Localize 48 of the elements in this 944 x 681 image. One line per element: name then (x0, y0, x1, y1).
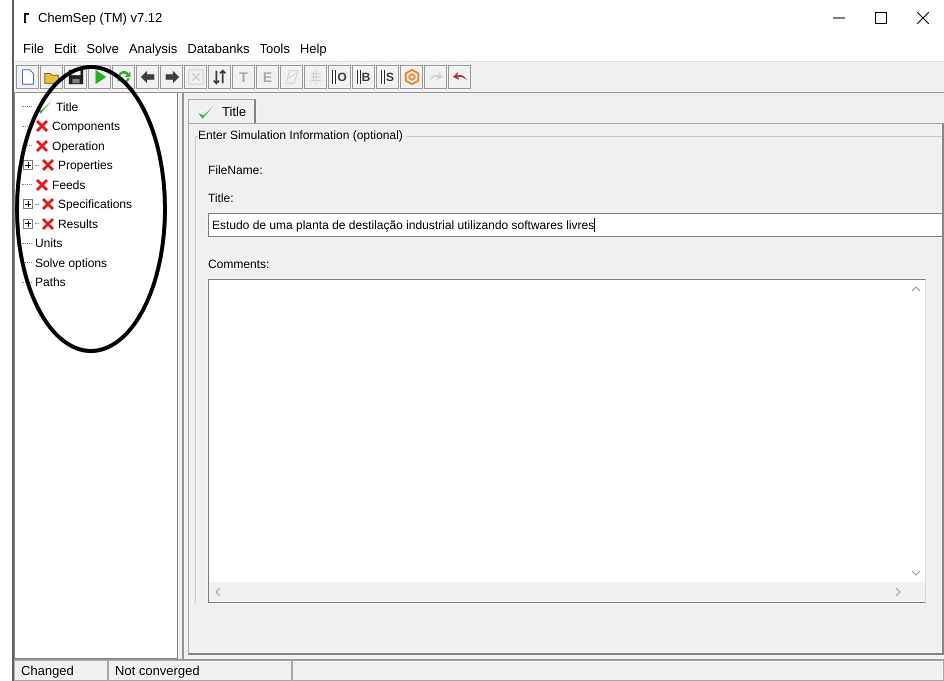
tree-item[interactable]: Results (58, 216, 98, 231)
expand-box[interactable] (23, 160, 33, 170)
toolbar-button[interactable] (208, 65, 231, 89)
close-icon[interactable] (917, 12, 929, 24)
minimize-icon[interactable] (833, 16, 845, 18)
menu-item[interactable]: Edit (48, 38, 82, 58)
tree-item[interactable]: Operation (52, 138, 105, 153)
delete-icon (186, 68, 204, 86)
comments-field[interactable] (208, 279, 926, 603)
field-label: Comments: (208, 257, 270, 271)
tree-item[interactable]: Paths (35, 275, 66, 290)
sort-icon (210, 68, 228, 86)
tree-item[interactable]: Properties (58, 158, 113, 172)
tree-item[interactable]: Feeds (52, 178, 86, 192)
tree-item[interactable]: Units (35, 236, 62, 250)
left-arrow-icon (138, 68, 156, 86)
window-title: ChemSep (TM) v7.12 (38, 10, 162, 25)
menu-item[interactable]: Tools (254, 38, 295, 58)
field-label: Title: (208, 191, 235, 205)
toolbar-button[interactable] (136, 65, 159, 89)
tree-item[interactable]: Title (56, 100, 78, 114)
menu-item[interactable]: Help (294, 38, 332, 58)
title-input[interactable]: Estudo de uma planta de destilação industrial utilizando softwares livres (208, 213, 942, 237)
tree-item[interactable]: Specifications (58, 197, 132, 212)
toolbar-button[interactable]: B (352, 65, 375, 89)
tree-item[interactable]: Components (52, 119, 120, 134)
menu-item[interactable]: Databanks (182, 38, 254, 58)
toolbar-button[interactable]: S (376, 65, 399, 89)
expand-box[interactable] (23, 199, 33, 210)
menu-item[interactable]: Solve (81, 38, 124, 58)
status-text: Changed (14, 660, 108, 681)
toolbar-button[interactable] (160, 65, 183, 89)
tab[interactable]: Title (188, 99, 256, 123)
group-title: Enter Simulation Information (optional) (198, 128, 406, 142)
right-arrow-icon (162, 68, 180, 86)
diagram-icon (282, 68, 300, 86)
scroll-up-icon[interactable] (912, 286, 920, 291)
tree-item[interactable]: Solve options (35, 256, 108, 270)
toolbar-button[interactable]: O (328, 65, 351, 89)
status-text: Not converged (108, 660, 292, 681)
menu-item[interactable]: File (18, 38, 49, 58)
scroll-down-icon[interactable] (912, 571, 920, 576)
field-label: FileName: (208, 163, 264, 177)
app-icon (22, 12, 30, 24)
hexagon-icon (402, 68, 420, 86)
maximize-icon[interactable] (875, 12, 887, 24)
expand-box[interactable] (23, 218, 33, 229)
menu-item[interactable]: Analysis (124, 38, 182, 58)
